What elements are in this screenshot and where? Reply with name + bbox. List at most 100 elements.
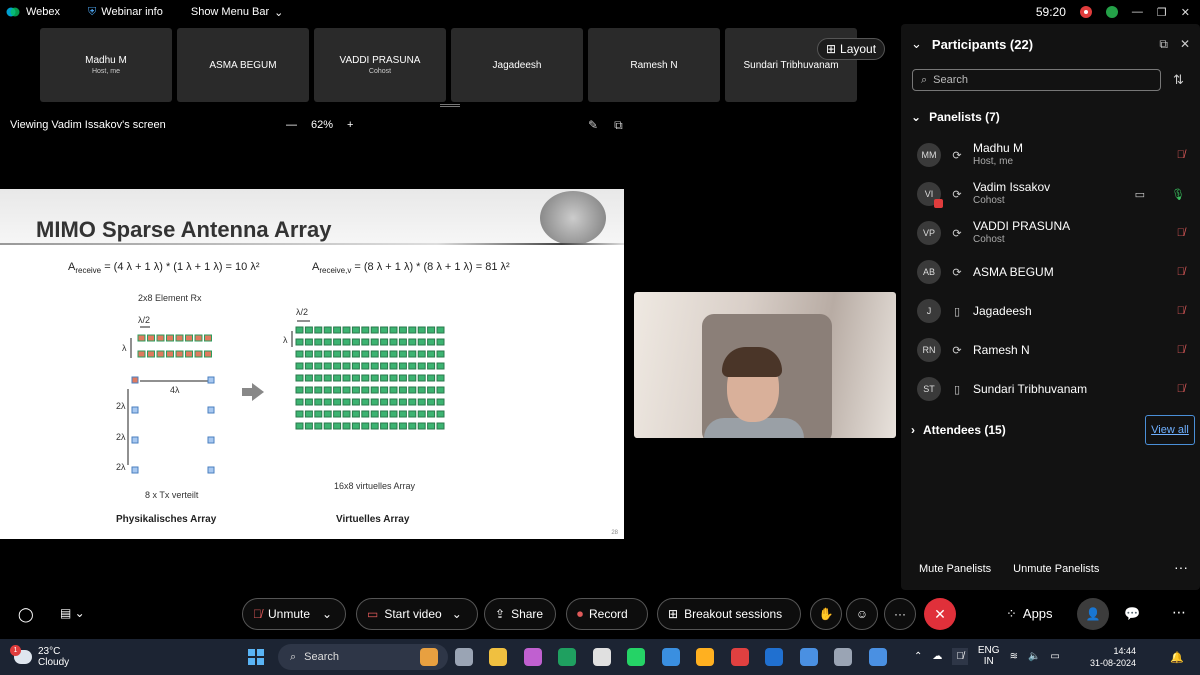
close-icon[interactable]: ✕ xyxy=(1181,6,1190,19)
mic-muted-icon[interactable]: 🎙̸ xyxy=(1177,344,1185,356)
layout-label: Layout xyxy=(840,42,877,56)
panelists-section-header[interactable]: ⌄ Panelists (7) xyxy=(911,110,1000,124)
status-ring-icon[interactable]: ◯ xyxy=(18,606,34,623)
record-button[interactable]: ⏺ Record xyxy=(566,598,648,630)
breakout-sessions-button[interactable]: ⊞ Breakout sessions xyxy=(657,598,801,630)
virtual-element xyxy=(436,326,445,334)
chevron-up-icon[interactable]: ⌃ xyxy=(914,651,922,662)
taskbar-app-icon[interactable] xyxy=(834,648,852,666)
layout-button[interactable]: ⊞ Layout xyxy=(817,38,885,60)
taskbar-app-icon[interactable] xyxy=(799,648,818,666)
unmute-button[interactable]: 🎙̸ Unmute ⌄ xyxy=(242,598,346,630)
panelist-row[interactable]: AB ⟳ ASMA BEGUM 🎙̸ xyxy=(917,256,1189,288)
presenter-video[interactable] xyxy=(634,292,896,438)
panelist-row[interactable]: VI ⟳ Vadim Issakov Cohost ▭ 🎙 xyxy=(917,178,1189,210)
chevron-down-icon[interactable]: ⌄ xyxy=(911,36,922,52)
thumbnail-tile[interactable]: Jagadeesh xyxy=(451,28,583,102)
resize-handle[interactable] xyxy=(440,104,460,107)
taskbar-app-icon[interactable] xyxy=(454,648,473,666)
taskbar-app-icon[interactable] xyxy=(627,648,645,666)
language-indicator[interactable]: ENG IN xyxy=(978,645,1000,667)
virtual-element xyxy=(408,338,417,346)
attendees-section-header[interactable]: › Attendees (15) xyxy=(911,423,1006,437)
system-clock[interactable]: 14:44 31-08-2024 xyxy=(1090,645,1136,669)
thumbnail-tile[interactable]: Ramesh N xyxy=(588,28,720,102)
university-emblem xyxy=(540,191,606,245)
request-control-icon[interactable]: ⧉ xyxy=(614,118,623,133)
mic-muted-icon[interactable]: 🎙̸ xyxy=(1177,383,1185,395)
virtual-element xyxy=(361,386,370,394)
sort-icon[interactable]: ⇅ xyxy=(1173,72,1184,88)
reactions-button[interactable]: ☺ xyxy=(846,598,878,630)
show-menu-bar-button[interactable]: Show Menu Bar ⌄ xyxy=(191,6,283,19)
taskbar-app-icon[interactable] xyxy=(765,648,783,666)
wifi-icon[interactable]: ≋ xyxy=(1010,651,1018,662)
close-icon[interactable]: ✕ xyxy=(1180,37,1190,52)
mute-panelists-button[interactable]: Mute Panelists xyxy=(919,563,991,575)
virtual-element xyxy=(436,422,445,430)
chevron-down-icon[interactable]: ⌄ xyxy=(322,607,332,621)
more-options-button[interactable]: ··· xyxy=(1174,559,1188,575)
virtual-element xyxy=(351,350,360,358)
mic-muted-icon[interactable]: 🎙̸ xyxy=(1177,266,1185,278)
mic-on-icon[interactable]: 🎙 xyxy=(1171,188,1185,201)
taskbar-app-icon[interactable] xyxy=(558,648,576,666)
virtual-element xyxy=(333,386,342,394)
virtual-element xyxy=(323,398,332,406)
onedrive-icon[interactable]: ☁ xyxy=(932,651,942,662)
chevron-down-icon[interactable]: ⌄ xyxy=(452,607,462,621)
thumbnail-tile[interactable]: ASMA BEGUM xyxy=(177,28,309,102)
mic-muted-icon[interactable]: 🎙̸ xyxy=(1177,149,1185,161)
unmute-panelists-button[interactable]: Unmute Panelists xyxy=(1013,563,1099,575)
taskbar-app-icon[interactable] xyxy=(420,648,438,666)
thumbnail-tile[interactable]: VADDI PRASUNA Cohost xyxy=(314,28,446,102)
tx-element xyxy=(131,466,139,474)
taskbar-app-icon[interactable] xyxy=(489,648,507,666)
thumbnail-tile[interactable]: Madhu M Host, me xyxy=(40,28,172,102)
participants-toggle-button[interactable]: 👤 xyxy=(1077,598,1109,630)
panelist-row[interactable]: ST ▯ Sundari Tribhuvanam 🎙̸ xyxy=(917,373,1189,405)
webinar-info-button[interactable]: ⛨ Webinar info xyxy=(88,6,163,19)
view-all-button[interactable]: View all xyxy=(1145,415,1195,445)
panelist-row[interactable]: J ▯ Jagadeesh 🎙̸ xyxy=(917,295,1189,327)
zoom-in-button[interactable]: + xyxy=(347,119,353,131)
taskbar-app-icon[interactable] xyxy=(592,648,611,666)
taskbar-app-icon[interactable] xyxy=(661,648,680,666)
panelist-row[interactable]: RN ⟳ Ramesh N 🎙̸ xyxy=(917,334,1189,366)
rx-element xyxy=(175,350,184,358)
virtual-element xyxy=(370,350,379,358)
weather-widget[interactable]: 1 23°C Cloudy xyxy=(10,645,69,668)
panelist-row[interactable]: VP ⟳ VADDI PRASUNA Cohost 🎙̸ xyxy=(917,217,1189,249)
more-icon: ··· xyxy=(894,607,906,621)
start-video-button[interactable]: ▭ Start video ⌄ xyxy=(356,598,478,630)
mic-muted-icon[interactable]: 🎙̸ xyxy=(1177,305,1185,317)
more-icon[interactable]: ⋯ xyxy=(1172,604,1186,621)
more-button[interactable]: ··· xyxy=(884,598,916,630)
mic-muted-icon[interactable]: 🎙̸ xyxy=(1177,227,1185,239)
taskbar-app-icon[interactable] xyxy=(696,648,714,666)
viewing-label: Viewing Vadim Issakov's screen xyxy=(10,119,166,131)
volume-icon[interactable]: 🔈 xyxy=(1028,651,1040,662)
taskbar-app-icon[interactable] xyxy=(523,648,542,666)
popout-icon[interactable]: ⧉ xyxy=(1159,37,1168,52)
rx-element xyxy=(156,334,165,342)
restore-icon[interactable]: ❐ xyxy=(1157,6,1167,19)
notifications-icon[interactable]: 🔔 xyxy=(1170,651,1184,664)
annotate-icon[interactable]: ✎ xyxy=(588,118,598,133)
apps-button[interactable]: ⁘ Apps xyxy=(1006,606,1053,622)
minimize-icon[interactable]: — xyxy=(1132,6,1143,18)
share-button[interactable]: ⇪ Share xyxy=(484,598,556,630)
taskbar-app-icon[interactable] xyxy=(730,648,749,666)
taskbar-app-icon[interactable] xyxy=(868,648,887,666)
leave-meeting-button[interactable]: ✕ xyxy=(924,598,956,630)
panelist-role: Cohost xyxy=(973,195,1005,206)
panelist-row[interactable]: MM ⟳ Madhu M Host, me 🎙̸ xyxy=(917,139,1189,171)
captions-icon[interactable]: ▤ ⌄ xyxy=(60,606,85,620)
chat-icon[interactable]: 💬 xyxy=(1124,606,1140,622)
windows-start-icon[interactable] xyxy=(248,649,264,665)
mic-muted-icon[interactable]: 🎙̸ xyxy=(952,647,968,665)
zoom-out-button[interactable]: — xyxy=(286,119,297,131)
battery-icon[interactable]: ▭ xyxy=(1050,651,1059,662)
participant-search-input[interactable]: ⌕ Search xyxy=(912,69,1161,91)
raise-hand-button[interactable]: ✋ xyxy=(810,598,842,630)
